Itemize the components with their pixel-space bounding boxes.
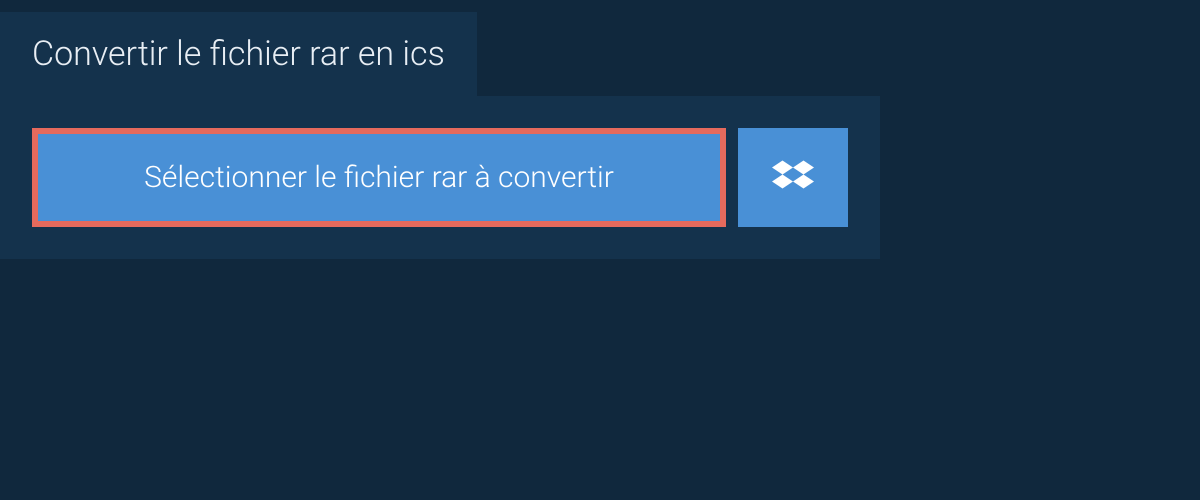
page-title: Convertir le fichier rar en ics: [32, 34, 445, 74]
page-title-tab: Convertir le fichier rar en ics: [0, 12, 477, 96]
dropbox-icon: [772, 157, 814, 199]
select-file-label: Sélectionner le fichier rar à convertir: [144, 160, 614, 195]
upload-button-row: Sélectionner le fichier rar à convertir: [32, 128, 848, 227]
upload-panel: Sélectionner le fichier rar à convertir: [0, 96, 880, 259]
dropbox-upload-button[interactable]: [738, 128, 848, 227]
select-file-button[interactable]: Sélectionner le fichier rar à convertir: [32, 128, 726, 227]
